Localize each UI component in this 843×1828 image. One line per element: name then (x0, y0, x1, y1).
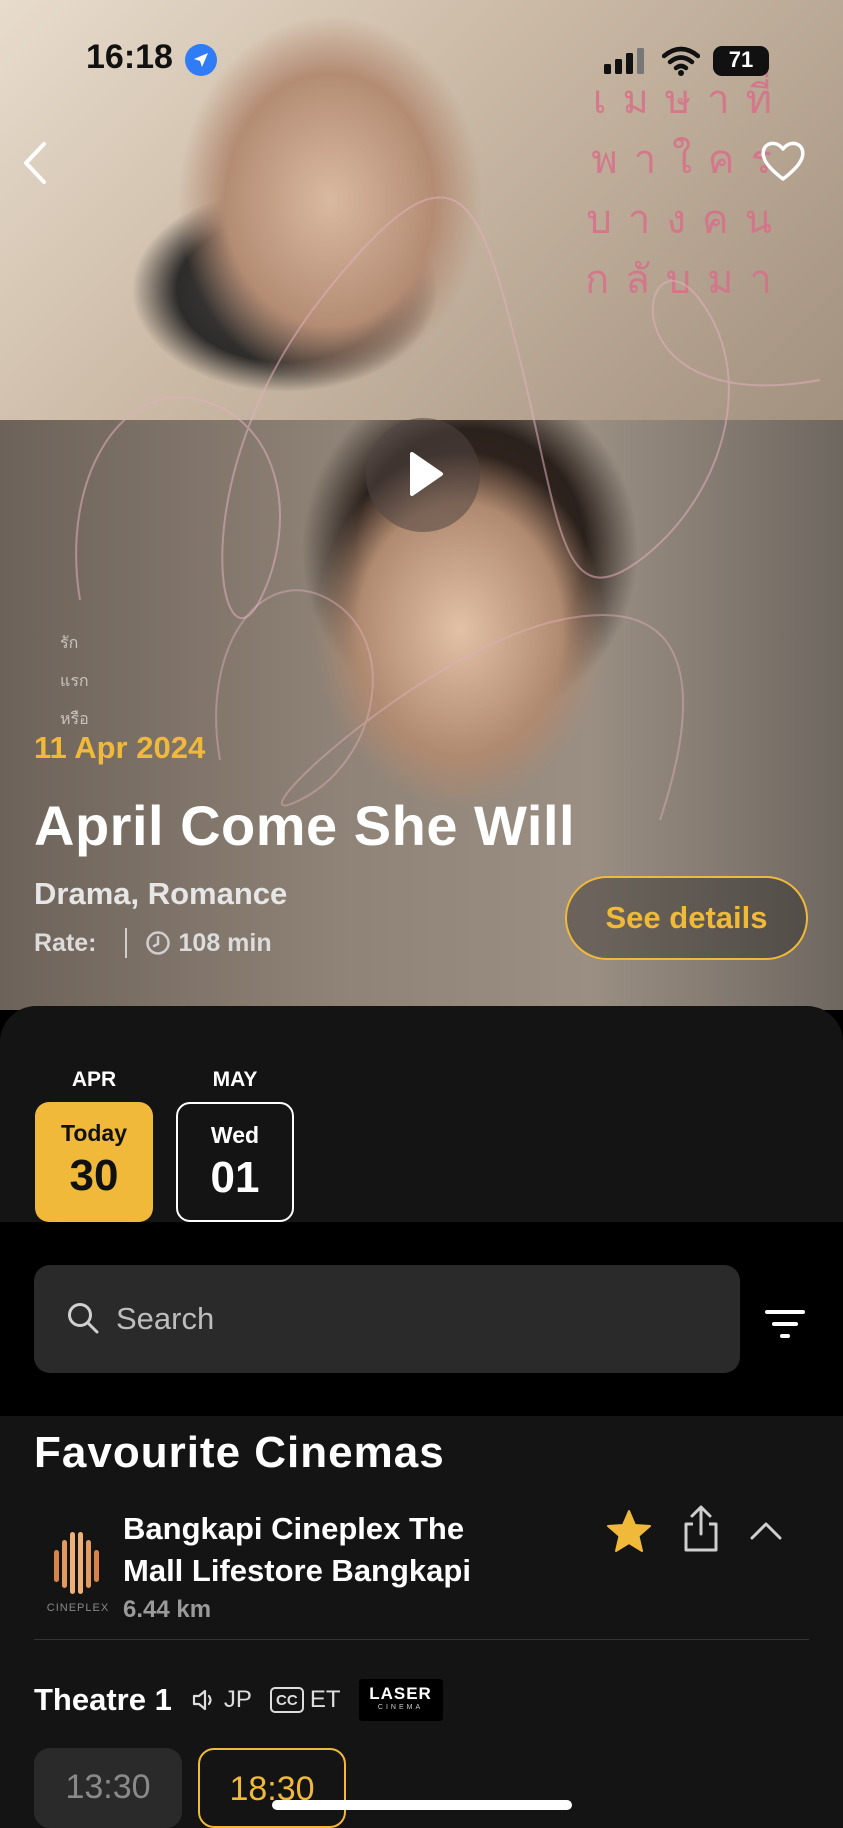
movie-title: April Come She Will (34, 794, 576, 857)
search-bar-area (0, 1222, 843, 1416)
date-card-wed[interactable]: Wed 01 (176, 1102, 294, 1222)
search-input[interactable] (116, 1293, 696, 1345)
collapse-chevron-up-icon[interactable] (748, 1516, 784, 1546)
showtime-button[interactable]: 18:30 (198, 1748, 346, 1828)
release-date: 11 Apr 2024 (34, 730, 206, 765)
divider (34, 1639, 809, 1640)
date-card-today[interactable]: Today 30 (35, 1102, 153, 1222)
cineplex-logo: CINEPLEX (40, 1526, 116, 1622)
theatre-info-row: Theatre 1 JP CC ET LASER CINEMA (34, 1678, 443, 1722)
search-box[interactable] (34, 1265, 740, 1373)
movie-hero: เมษาที่พาใครบางคนกลับมา รัก แรก หรือ 16:… (0, 0, 843, 1010)
back-button[interactable] (16, 138, 56, 188)
month-label: MAY (212, 1068, 258, 1091)
movie-meta-row: Rate: 108 min (34, 928, 272, 958)
laser-badge-subtitle: CINEMA (377, 1704, 424, 1711)
audio-language: JP (223, 1686, 252, 1713)
date-day-number: 30 (69, 1151, 119, 1200)
status-time: 16:18 (86, 38, 173, 76)
poster-side-word: แรก (60, 673, 89, 690)
laser-cinema-badge: LASER CINEMA (358, 1679, 443, 1721)
location-arrow-icon (185, 44, 217, 76)
cineplex-logo-text: CINEPLEX (46, 1602, 110, 1614)
cinema-list: Favourite Cinemas CINEPLEX Bangkapi Cine… (0, 1416, 843, 1828)
movie-genres: Drama, Romance (34, 876, 288, 911)
laser-badge-title: LASER (369, 1684, 432, 1703)
date-day-number: 01 (210, 1153, 260, 1202)
battery-icon: 71 (713, 46, 769, 76)
audio-speaker-icon (192, 1689, 212, 1711)
filter-icon[interactable] (760, 1304, 810, 1344)
date-day-label: Wed (210, 1122, 260, 1148)
rate-label: Rate: (34, 928, 97, 957)
battery-level: 71 (728, 47, 754, 72)
poster-side-text: รัก แรก หรือ (60, 625, 89, 739)
play-trailer-button[interactable] (366, 418, 480, 532)
showtime-button-past: 13:30 (34, 1748, 182, 1828)
search-icon (68, 1303, 99, 1334)
cellular-signal-icon (604, 48, 644, 74)
wifi-icon (662, 46, 700, 76)
meta-divider (124, 928, 127, 958)
favourite-cinemas-heading: Favourite Cinemas (34, 1428, 445, 1477)
favourite-heart-button[interactable] (758, 136, 808, 186)
cinema-name[interactable]: Bangkapi Cineplex The Mall Lifestore Ban… (123, 1508, 523, 1592)
play-icon (410, 452, 443, 496)
see-details-button[interactable]: See details (565, 876, 808, 960)
poster-thai-title: เมษาที่พาใครบางคนกลับมา (585, 77, 788, 303)
clock-icon (145, 931, 170, 955)
cineplex-logo-mark (54, 1532, 99, 1594)
month-label: APR (71, 1068, 117, 1091)
date-selector: APR MAY Today 30 Wed 01 (0, 1006, 843, 1222)
share-button[interactable] (680, 1504, 722, 1554)
home-indicator[interactable] (272, 1800, 572, 1810)
cinema-distance: 6.44 km (123, 1596, 212, 1623)
poster-side-word: รัก (60, 635, 79, 652)
subtitle-cc-icon: CC (269, 1687, 304, 1713)
movie-duration: 108 min (178, 928, 272, 957)
date-day-label: Today (60, 1120, 128, 1146)
favourite-star-button[interactable] (605, 1508, 653, 1556)
subtitle-language: ET (309, 1686, 341, 1713)
theatre-name: Theatre 1 (34, 1682, 172, 1717)
